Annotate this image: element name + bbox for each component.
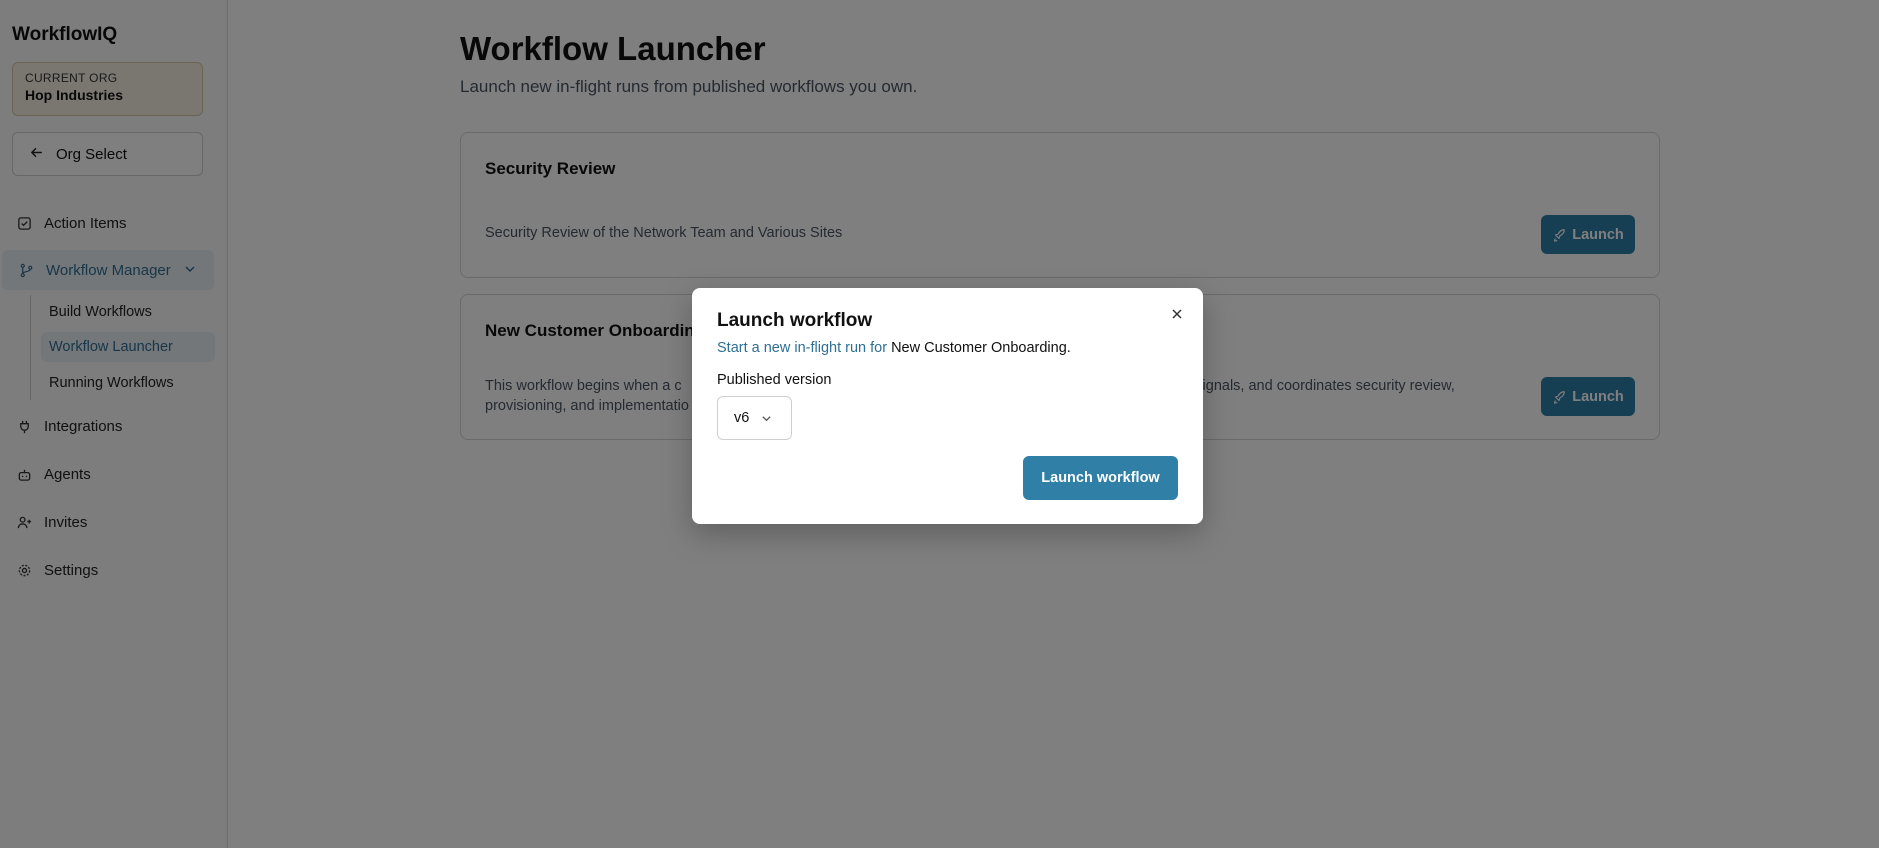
dialog-subtitle-prefix: Start a new in-flight run for — [717, 340, 892, 356]
published-version-label: Published version — [717, 372, 832, 388]
version-select-value: v6 — [734, 410, 750, 426]
close-icon[interactable] — [1167, 304, 1187, 324]
dialog-subtitle: Start a new in-flight run for New Custom… — [717, 340, 1071, 356]
chevron-down-icon — [761, 413, 772, 424]
dialog-workflow-name: New Customer Onboarding — [891, 340, 1067, 356]
dialog-subtitle-suffix: . — [1066, 340, 1071, 356]
dialog-title: Launch workflow — [717, 310, 873, 331]
launch-workflow-dialog: Launch workflow Start a new in-flight ru… — [692, 288, 1203, 524]
launch-workflow-button[interactable]: Launch workflow — [1023, 456, 1178, 500]
app-root: WorkflowIQ CURRENT ORG Hop Industries Or… — [0, 0, 1879, 848]
version-select[interactable]: v6 — [717, 396, 792, 440]
